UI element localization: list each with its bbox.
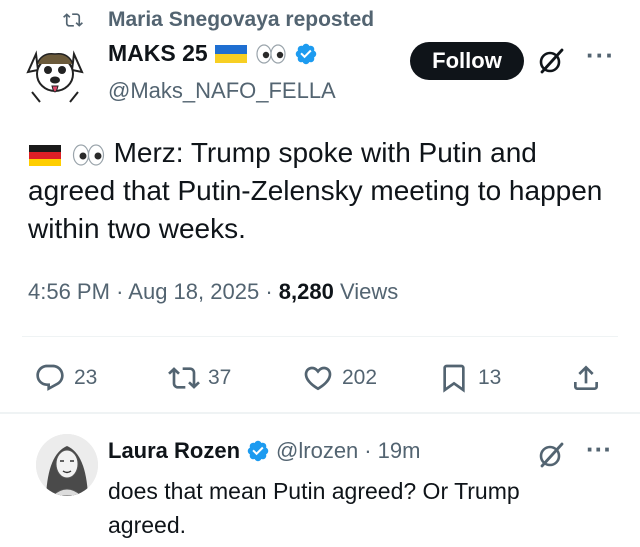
author-name[interactable]: MAKS 25 bbox=[108, 40, 208, 67]
germany-flag-icon bbox=[29, 144, 61, 166]
reply-header: Laura Rozen @lrozen · 19m bbox=[108, 438, 421, 464]
author-name-row: MAKS 25 bbox=[108, 40, 318, 67]
reply-icon bbox=[36, 364, 64, 391]
eyes-emoji-icon bbox=[256, 43, 286, 64]
author-avatar[interactable] bbox=[22, 42, 88, 108]
repost-label[interactable]: Maria Snegovaya reposted bbox=[108, 8, 374, 32]
repost-icon bbox=[168, 367, 200, 389]
like-icon bbox=[304, 366, 332, 391]
tweet-time[interactable]: 4:56 PM bbox=[28, 279, 110, 304]
views-label: Views bbox=[339, 279, 399, 304]
grok-icon[interactable] bbox=[536, 46, 566, 76]
tweet-text: Merz: Trump spoke with Putin and agreed … bbox=[28, 137, 603, 244]
like-count: 202 bbox=[342, 366, 378, 389]
bookmark-count: 13 bbox=[478, 366, 502, 389]
tweet-date[interactable]: Aug 18, 2025 bbox=[128, 279, 259, 304]
more-icon[interactable]: ··· bbox=[586, 434, 612, 465]
follow-button[interactable]: Follow bbox=[410, 42, 524, 80]
like-button[interactable]: 202 bbox=[302, 362, 377, 394]
portrait-sketch-icon bbox=[36, 434, 98, 496]
reply-time[interactable]: 19m bbox=[378, 438, 421, 464]
reply-button[interactable]: 23 bbox=[34, 362, 97, 394]
eyes-emoji-icon bbox=[72, 144, 104, 166]
repost-button[interactable]: 37 bbox=[168, 362, 231, 394]
reply-author-handle[interactable]: @lrozen bbox=[276, 438, 358, 464]
tweet-meta: 4:56 PM · Aug 18, 2025 · 8,280 Views bbox=[28, 279, 399, 304]
share-button[interactable] bbox=[570, 362, 602, 394]
nafo-dog-avatar-icon bbox=[22, 42, 88, 108]
divider bbox=[22, 336, 618, 337]
tweet-body: Merz: Trump spoke with Putin and agreed … bbox=[28, 134, 618, 248]
repost-count: 37 bbox=[208, 366, 232, 389]
ukraine-flag-icon bbox=[214, 44, 247, 63]
reply-count: 23 bbox=[74, 366, 98, 389]
reply-text: does that mean Putin agreed? Or Trump ag… bbox=[108, 478, 520, 538]
reply-author-name[interactable]: Laura Rozen bbox=[108, 438, 240, 464]
verified-badge-icon bbox=[295, 43, 316, 64]
more-icon[interactable]: ··· bbox=[586, 40, 615, 71]
views-count: 8,280 bbox=[278, 279, 334, 304]
bookmark-icon bbox=[443, 364, 465, 393]
reply-author-avatar[interactable] bbox=[36, 434, 98, 496]
divider bbox=[0, 412, 640, 414]
author-handle[interactable]: @Maks_NAFO_FELLA bbox=[108, 78, 336, 104]
share-icon bbox=[574, 365, 598, 390]
grok-icon[interactable] bbox=[536, 440, 566, 470]
bookmark-button[interactable]: 13 bbox=[438, 362, 501, 394]
repost-icon bbox=[63, 13, 83, 27]
verified-badge-icon bbox=[247, 440, 269, 462]
